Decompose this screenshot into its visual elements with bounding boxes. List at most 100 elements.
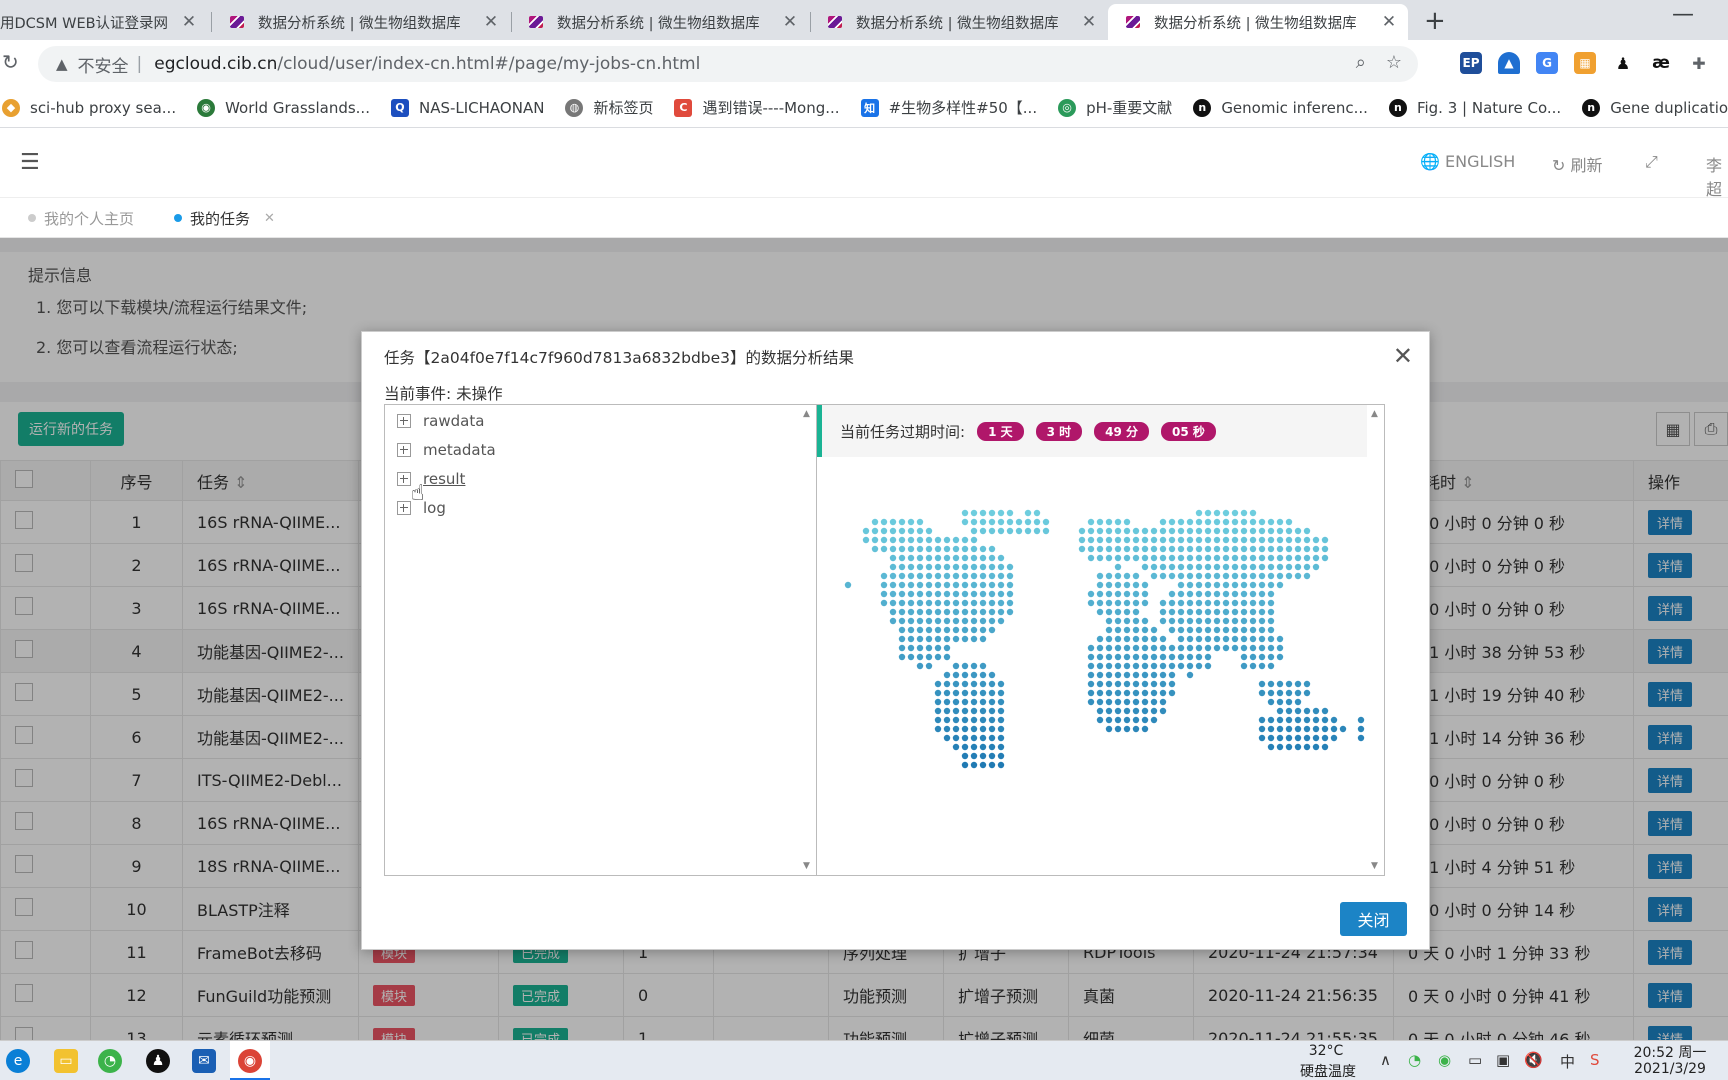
- tree-node-result[interactable]: result: [397, 470, 465, 488]
- reload-icon[interactable]: ↻: [2, 50, 19, 74]
- scroll-down-icon[interactable]: ▼: [803, 861, 810, 871]
- tab-close-icon[interactable]: ✕: [781, 12, 799, 32]
- map-dot: [925, 545, 933, 553]
- scroll-down-icon[interactable]: ▼: [1371, 861, 1378, 871]
- tray-update-icon[interactable]: ◉: [1438, 1051, 1451, 1069]
- expand-icon[interactable]: [397, 501, 411, 515]
- scroll-up-icon[interactable]: ▲: [1371, 409, 1378, 419]
- tree-node-label[interactable]: log: [423, 499, 446, 517]
- extension-grid-icon[interactable]: ▦: [1574, 52, 1596, 74]
- mail-icon[interactable]: ✉: [192, 1049, 216, 1073]
- qq-icon[interactable]: ♟: [146, 1049, 170, 1073]
- extension-translate-icon[interactable]: G: [1536, 52, 1558, 74]
- map-dot: [988, 725, 996, 733]
- chrome-icon[interactable]: ◉: [238, 1049, 262, 1073]
- file-explorer-icon[interactable]: ▭: [54, 1049, 78, 1073]
- volume-muted-icon[interactable]: 🔇: [1524, 1051, 1543, 1069]
- warning-icon[interactable]: ▲: [56, 55, 68, 73]
- extension-ae-icon[interactable]: æ: [1650, 52, 1672, 74]
- map-dot: [1222, 536, 1230, 544]
- tree-node-label[interactable]: result: [423, 470, 465, 488]
- preview-scrollbar[interactable]: ▲ ▼: [1368, 405, 1384, 875]
- tab-close-icon[interactable]: ✕: [264, 211, 275, 226]
- tab-home[interactable]: 我的个人主页: [28, 198, 134, 238]
- map-dot: [1204, 617, 1212, 625]
- map-dot: [934, 635, 942, 643]
- battery-icon[interactable]: ▭: [1468, 1051, 1482, 1069]
- ime-indicator[interactable]: 中: [1560, 1051, 1575, 1072]
- language-switch[interactable]: 🌐 ENGLISH: [1420, 152, 1515, 171]
- network-icon[interactable]: ▣: [1496, 1051, 1510, 1069]
- window-minimize-icon[interactable]: —: [1672, 2, 1694, 27]
- browser-tab[interactable]: 用DCSM WEB认证登录网 ✕: [0, 4, 208, 40]
- map-dot: [1123, 680, 1131, 688]
- tab-close-icon[interactable]: ✕: [1380, 12, 1398, 32]
- extensions-puzzle-icon[interactable]: ✚: [1688, 52, 1710, 74]
- browser-tab[interactable]: 数据分析系统 | 微生物组数据库 ✕: [511, 4, 809, 40]
- refresh-button[interactable]: ↻ 刷新: [1552, 152, 1603, 176]
- extension-scholar-icon[interactable]: ▲: [1498, 52, 1520, 74]
- map-dot: [1159, 707, 1167, 715]
- edge-icon[interactable]: e: [6, 1049, 30, 1073]
- bookmark-item[interactable]: 知 #生物多样性#50【...: [860, 97, 1037, 118]
- bookmark-item[interactable]: C 遇到错误----Mong...: [674, 97, 840, 118]
- tab-close-icon[interactable]: ✕: [482, 12, 500, 32]
- map-dot: [898, 635, 906, 643]
- browser-tab[interactable]: 数据分析系统 | 微生物组数据库 ✕: [212, 4, 510, 40]
- bookmark-item[interactable]: ◉ World Grasslands...: [197, 98, 370, 117]
- bookmark-item[interactable]: ◍ 新标签页: [565, 97, 653, 118]
- tree-node-metadata[interactable]: metadata: [397, 441, 496, 459]
- map-dot: [979, 761, 987, 769]
- map-dot: [1159, 608, 1167, 616]
- extension-penguin-icon[interactable]: ♟: [1612, 52, 1634, 74]
- fullscreen-icon[interactable]: ⤢: [1645, 152, 1658, 172]
- tree-scrollbar[interactable]: ▲ ▼: [800, 405, 816, 875]
- user-menu[interactable]: 李超: [1706, 152, 1728, 200]
- tab-close-icon[interactable]: ✕: [180, 12, 198, 32]
- tab-my-jobs[interactable]: 我的任务 ✕: [174, 198, 275, 238]
- new-tab-icon[interactable]: +: [1424, 6, 1446, 36]
- bookmark-item[interactable]: ◆ sci-hub proxy sea...: [2, 98, 176, 117]
- zoom-icon[interactable]: ⌕: [1356, 52, 1366, 73]
- bookmark-item[interactable]: n Fig. 3 | Nature Co...: [1388, 98, 1561, 117]
- map-dot: [1096, 698, 1104, 706]
- expand-icon[interactable]: [397, 472, 411, 486]
- extension-ep-icon[interactable]: EP: [1460, 52, 1482, 74]
- bookmark-item[interactable]: Q NAS-LICHAONAN: [390, 98, 544, 117]
- menu-toggle-icon[interactable]: ☰: [20, 150, 40, 175]
- bookmark-item[interactable]: n Gene duplicatio: [1582, 98, 1728, 117]
- dialog-close-icon[interactable]: ✕: [1393, 342, 1413, 370]
- map-dot: [1330, 716, 1338, 724]
- map-dot: [907, 653, 915, 661]
- tab-close-icon[interactable]: ✕: [1080, 12, 1098, 32]
- close-button[interactable]: 关闭: [1340, 902, 1407, 936]
- map-dot: [1177, 626, 1185, 634]
- clock-date[interactable]: 2021/3/29: [1620, 1061, 1720, 1077]
- scroll-up-icon[interactable]: ▲: [803, 409, 810, 419]
- security-label[interactable]: 不安全: [78, 52, 129, 77]
- map-dot: [1186, 662, 1194, 670]
- expand-icon[interactable]: [397, 443, 411, 457]
- address-bar[interactable]: ▲ 不安全 | egcloud.cib.cn /cloud/user/index…: [38, 46, 1418, 82]
- bookmark-item[interactable]: ◎ pH-重要文献: [1058, 97, 1172, 118]
- tray-wechat-icon[interactable]: ◔: [1408, 1051, 1421, 1069]
- tree-node-label[interactable]: metadata: [423, 441, 496, 459]
- sogou-input-icon[interactable]: S: [1590, 1051, 1600, 1069]
- tree-node-label[interactable]: rawdata: [423, 412, 484, 430]
- tray-expand-icon[interactable]: ∧: [1380, 1051, 1391, 1069]
- map-dot: [1006, 563, 1014, 571]
- map-dot: [1159, 536, 1167, 544]
- wechat-icon[interactable]: ◔: [98, 1049, 122, 1073]
- map-dot: [1132, 653, 1140, 661]
- bookmark-star-icon[interactable]: ☆: [1386, 52, 1402, 73]
- map-dot: [979, 680, 987, 688]
- expand-icon[interactable]: [397, 414, 411, 428]
- browser-tab-active[interactable]: 数据分析系统 | 微生物组数据库 ✕: [1108, 4, 1408, 40]
- tree-node-rawdata[interactable]: rawdata: [397, 412, 484, 430]
- map-dot: [907, 563, 915, 571]
- map-dot: [979, 725, 987, 733]
- bookmark-item[interactable]: n Genomic inferenc...: [1193, 98, 1368, 117]
- clock-time[interactable]: 20:52 周一: [1620, 1042, 1720, 1062]
- map-dot: [1096, 689, 1104, 697]
- browser-tab[interactable]: 数据分析系统 | 微生物组数据库 ✕: [810, 4, 1108, 40]
